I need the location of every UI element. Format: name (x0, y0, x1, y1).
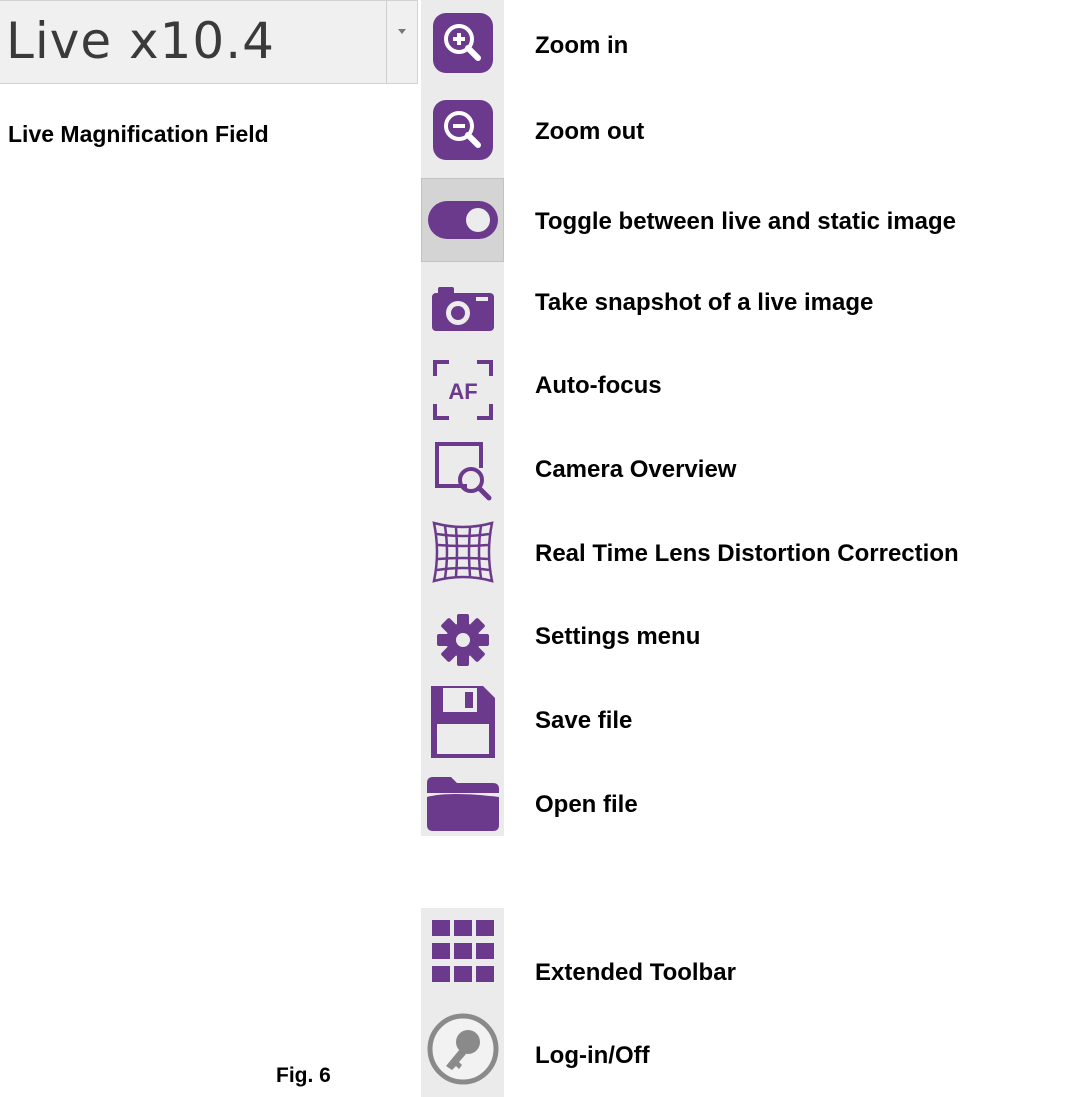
login-logoff-button[interactable] (421, 1004, 504, 1094)
open-file-button[interactable] (421, 770, 504, 836)
gear-icon (436, 614, 489, 666)
autofocus-icon: AF (432, 360, 493, 420)
grid-distortion-icon (431, 521, 494, 583)
label-extended-toolbar: Extended Toolbar (535, 959, 736, 986)
label-camera-overview: Camera Overview (535, 456, 737, 483)
toggle-icon (427, 201, 498, 239)
zoom-out-button[interactable] (421, 90, 504, 170)
zoom-out-icon (432, 100, 493, 160)
key-icon (427, 1013, 498, 1085)
settings-button[interactable] (421, 600, 504, 680)
label-zoom-out: Zoom out (535, 118, 645, 145)
camera-overview-icon (434, 442, 491, 501)
save-file-button[interactable] (421, 680, 504, 764)
magnification-caption: Live Magnification Field (8, 121, 269, 147)
label-lens-distortion: Real Time Lens Distortion Correction (535, 540, 959, 567)
chevron-down-icon[interactable] (398, 29, 406, 34)
toggle-live-static-button[interactable] (421, 178, 504, 262)
label-login-logoff: Log-in/Off (535, 1042, 650, 1069)
dropdown-divider (386, 1, 387, 83)
autofocus-button[interactable]: AF (421, 350, 504, 430)
svg-text:AF: AF (448, 379, 477, 404)
magnification-value: Live x10.4 (6, 12, 275, 70)
snapshot-button[interactable] (421, 268, 504, 348)
apps-grid-icon (431, 920, 494, 982)
label-snapshot: Take snapshot of a live image (535, 289, 874, 316)
toolbar: AF (421, 0, 504, 836)
label-save-file: Save file (535, 707, 633, 734)
label-autofocus: Auto-focus (535, 372, 662, 399)
label-toggle: Toggle between live and static image (535, 208, 956, 235)
folder-open-icon (426, 777, 499, 831)
label-zoom-in: Zoom in (535, 32, 629, 59)
camera-icon (431, 287, 494, 331)
extended-toolbar-button[interactable] (421, 908, 504, 994)
figure-caption: Fig. 6 (276, 1064, 331, 1087)
label-settings: Settings menu (535, 623, 701, 650)
label-open-file: Open file (535, 791, 638, 818)
extended-toolbar-strip (421, 908, 504, 1097)
lens-distortion-button[interactable] (421, 512, 504, 592)
zoom-in-icon (432, 13, 493, 73)
camera-overview-button[interactable] (421, 430, 504, 510)
magnification-dropdown[interactable]: Live x10.4 (0, 0, 418, 84)
floppy-save-icon (430, 686, 495, 758)
zoom-in-button[interactable] (421, 3, 504, 83)
